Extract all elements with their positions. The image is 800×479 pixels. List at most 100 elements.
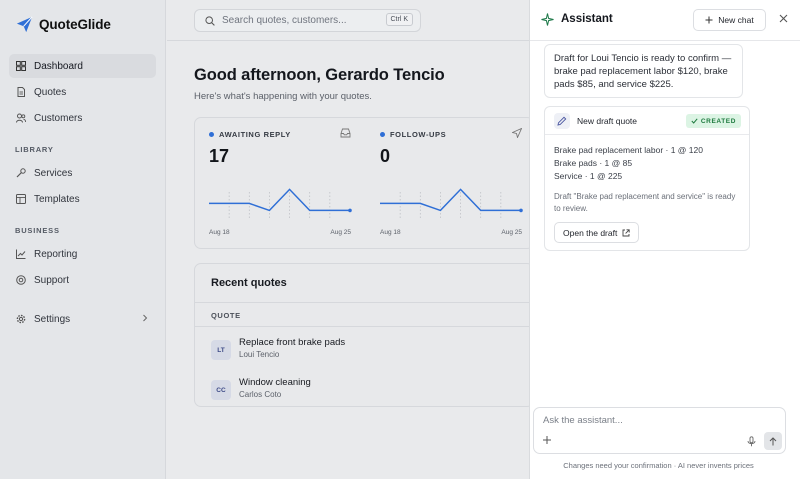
sparkline-endpoint	[348, 208, 352, 213]
attach-plus-icon[interactable]	[542, 435, 552, 445]
assistant-header: Assistant New chat	[530, 0, 800, 41]
quote-title: Window cleaning	[239, 377, 311, 388]
stat-label-text: AWAITING REPLY	[219, 130, 291, 139]
draft-note: Draft "Brake pad replacement and service…	[554, 192, 736, 213]
sidebar-item-dashboard[interactable]: Dashboard	[9, 54, 156, 78]
new-chat-label: New chat	[718, 15, 754, 25]
chat-composer	[533, 407, 786, 454]
search-shortcut: Ctrl K	[385, 13, 413, 26]
table-row[interactable]: LT Replace front brake pads Loui Tencio	[211, 336, 521, 366]
page-subtitle: Here's what's happening with your quotes…	[194, 91, 372, 102]
stat-label: FOLLOW-UPS	[380, 130, 446, 139]
sidebar-item-support[interactable]: Support	[9, 268, 156, 292]
sidebar-item-label: Dashboard	[34, 60, 83, 72]
quote-customer: Carlos Coto	[239, 390, 282, 399]
assistant-message: Draft for Loui Tencio is ready to confir…	[544, 44, 743, 98]
divider	[195, 302, 533, 303]
stat-value: 17	[209, 146, 230, 166]
status-dot	[380, 132, 385, 137]
quote-customer: Loui Tencio	[239, 350, 280, 359]
line-item: Brake pads · 1 @ 85	[554, 158, 633, 168]
divider	[195, 326, 533, 327]
recent-quotes-card: Recent quotes QUOTE LT Replace front bra…	[194, 263, 534, 407]
search-box[interactable]: Ctrl K	[194, 9, 421, 32]
stat-label: AWAITING REPLY	[209, 130, 291, 139]
column-header-quote: QUOTE	[211, 311, 241, 320]
axis-end-label: Aug 25	[330, 229, 351, 236]
new-chat-button[interactable]: New chat	[693, 9, 766, 31]
template-icon	[16, 194, 26, 204]
ai-disclaimer: Changes need your confirmation · AI neve…	[563, 461, 754, 470]
section-label-library: LIBRARY	[15, 145, 54, 154]
recent-quotes-title: Recent quotes	[211, 277, 287, 289]
lifebuoy-icon	[16, 275, 26, 285]
sidebar-item-label: Services	[34, 167, 73, 179]
stat-label-text: FOLLOW-UPS	[390, 130, 447, 139]
stat-value: 0	[380, 146, 391, 166]
draft-quote-title: New draft quote	[577, 116, 638, 126]
wrench-icon	[16, 168, 26, 178]
send-button[interactable]	[764, 432, 782, 450]
avatar: CC	[211, 380, 231, 400]
brand-name: QuoteGlide	[39, 17, 111, 32]
sidebar-item-quotes[interactable]: Quotes	[9, 80, 156, 104]
sidebar-item-templates[interactable]: Templates	[9, 187, 156, 211]
status-badge-label: CREATED	[700, 117, 736, 125]
sparkline-endpoint	[519, 208, 523, 213]
sidebar-item-label: Reporting	[34, 248, 78, 260]
gear-icon	[16, 314, 26, 324]
sidebar-item-services[interactable]: Services	[9, 161, 156, 185]
stats-card: AWAITING REPLY 17 Aug 18 Aug 25 FOLLOW-U…	[194, 117, 534, 249]
sidebar-item-reporting[interactable]: Reporting	[9, 242, 156, 266]
main-content: Ctrl K Good afternoon, Gerardo Tencio He…	[167, 0, 534, 479]
line-item: Brake pad replacement labor · 1 @ 120	[554, 145, 703, 155]
sidebar-item-label: Support	[34, 274, 70, 286]
paper-plane-logo-icon	[16, 16, 33, 33]
external-link-icon	[622, 228, 630, 236]
sidebar-item-customers[interactable]: Customers	[9, 106, 156, 130]
sidebar-item-settings[interactable]: Settings	[9, 307, 156, 331]
sidebar: QuoteGlide Dashboard Quotes Customers LI…	[0, 0, 166, 479]
document-icon	[17, 87, 25, 97]
draft-quote-header: New draft quote CREATED	[545, 107, 749, 135]
sparkline-series	[380, 188, 521, 212]
arrow-up-icon	[769, 436, 777, 445]
assistant-title: Assistant	[561, 13, 613, 25]
sparkline	[380, 188, 523, 220]
close-icon[interactable]	[779, 14, 788, 23]
line-item: Service · 1 @ 225	[554, 171, 623, 181]
dashboard-icon	[16, 61, 26, 71]
sparkline-series	[209, 188, 350, 212]
open-draft-label: Open the draft	[563, 227, 618, 238]
axis-start-label: Aug 18	[380, 229, 401, 236]
inbox-icon	[340, 128, 351, 138]
send-icon	[512, 128, 522, 138]
open-draft-button[interactable]: Open the draft	[554, 222, 640, 243]
search-input[interactable]	[222, 15, 372, 26]
sparkle-icon	[541, 13, 554, 26]
sidebar-item-label: Templates	[34, 193, 80, 205]
sidebar-item-label: Quotes	[34, 86, 67, 98]
section-label-business: BUSINESS	[15, 226, 60, 235]
search-icon	[205, 15, 215, 26]
stat-awaiting-reply[interactable]: AWAITING REPLY 17 Aug 18 Aug 25	[195, 118, 365, 250]
stat-follow-ups[interactable]: FOLLOW-UPS 0 Aug 18 Aug 25	[366, 118, 536, 250]
check-icon	[691, 118, 698, 124]
quote-title: Replace front brake pads	[239, 337, 346, 348]
users-icon	[16, 113, 26, 123]
axis-start-label: Aug 18	[209, 229, 230, 236]
plus-icon	[705, 16, 713, 24]
sparkline	[209, 188, 352, 220]
sidebar-item-label: Settings	[34, 313, 71, 325]
topbar: Ctrl K	[167, 0, 529, 41]
axis-end-label: Aug 25	[501, 229, 522, 236]
draft-quote-card: New draft quote CREATED Brake pad replac…	[544, 106, 750, 251]
chevron-right-icon	[143, 314, 148, 322]
brand[interactable]: QuoteGlide	[16, 16, 111, 33]
status-badge: CREATED	[685, 114, 741, 128]
pencil-icon	[554, 113, 570, 129]
chat-input[interactable]	[543, 415, 773, 426]
microphone-icon[interactable]	[747, 436, 756, 447]
table-row[interactable]: CC Window cleaning Carlos Coto	[211, 376, 521, 406]
chart-icon	[16, 249, 26, 259]
